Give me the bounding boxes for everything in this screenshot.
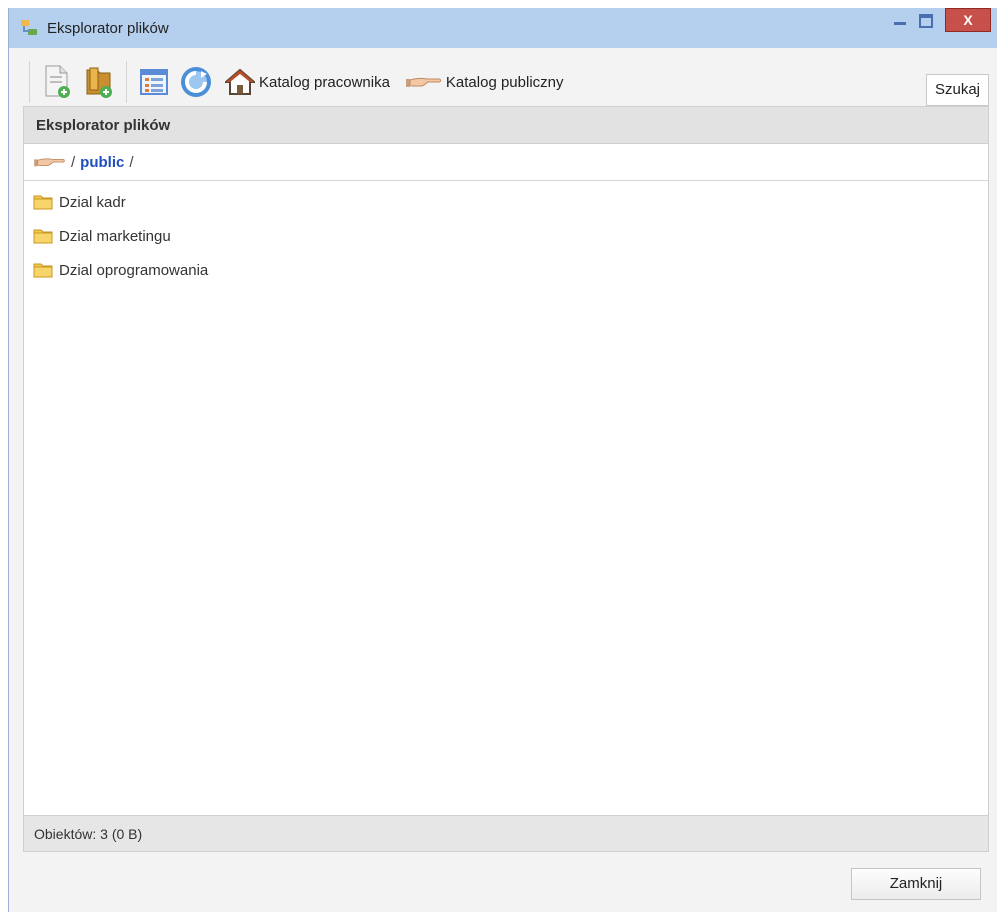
close-window-button[interactable]: X	[945, 8, 991, 32]
employee-directory-button[interactable]: Katalog pracownika	[225, 68, 390, 96]
file-list: Dzial kadr Dzial marketingu Dzial oprogr…	[24, 181, 988, 287]
file-name: Dzial marketingu	[59, 227, 171, 245]
list-item[interactable]: Dzial kadr	[24, 185, 988, 219]
breadcrumb-separator: /	[129, 153, 134, 171]
minimize-icon[interactable]	[887, 10, 913, 32]
object-count: Obiektów: 3 (0 B)	[34, 825, 143, 842]
file-name: Dzial oprogramowania	[59, 261, 209, 279]
folder-icon	[33, 263, 53, 278]
maximize-icon[interactable]	[913, 10, 939, 32]
public-directory-button[interactable]: Katalog publiczny	[404, 74, 564, 91]
refresh-icon[interactable]	[178, 62, 214, 102]
file-explorer-window: Eksplorator plików X Katalog pracownika …	[8, 8, 997, 912]
panel-header: Eksplorator plików	[24, 107, 988, 144]
file-explorer-panel: Eksplorator plików / public / Dzial kadr	[23, 106, 989, 852]
public-directory-label: Katalog publiczny	[445, 73, 564, 91]
title-bar: Eksplorator plików X	[9, 8, 997, 48]
pointing-hand-icon[interactable]	[32, 155, 66, 169]
folder-icon	[33, 195, 53, 210]
folder-icon	[33, 229, 53, 244]
status-bar: Obiektów: 3 (0 B)	[24, 815, 988, 851]
breadcrumb: / public /	[24, 144, 988, 181]
pointing-hand-icon	[405, 77, 441, 87]
file-name: Dzial kadr	[59, 193, 126, 211]
toolbar-divider	[126, 61, 127, 103]
breadcrumb-current[interactable]: public	[80, 154, 124, 171]
close-button[interactable]: Zamknij	[851, 868, 981, 900]
window-controls: X	[887, 8, 991, 40]
list-item[interactable]: Dzial marketingu	[24, 219, 988, 253]
window-title: Eksplorator plików	[47, 19, 169, 37]
toolbar-divider	[29, 61, 30, 103]
list-view-icon[interactable]	[136, 62, 172, 102]
search-button[interactable]: Szukaj	[925, 74, 989, 106]
breadcrumb-separator: /	[71, 153, 76, 171]
new-file-icon[interactable]	[39, 62, 75, 102]
explorer-app-icon	[19, 17, 41, 39]
list-item[interactable]: Dzial oprogramowania	[24, 253, 988, 287]
new-folder-icon[interactable]	[81, 62, 117, 102]
employee-directory-label: Katalog pracownika	[259, 73, 390, 91]
home-icon	[225, 68, 255, 95]
